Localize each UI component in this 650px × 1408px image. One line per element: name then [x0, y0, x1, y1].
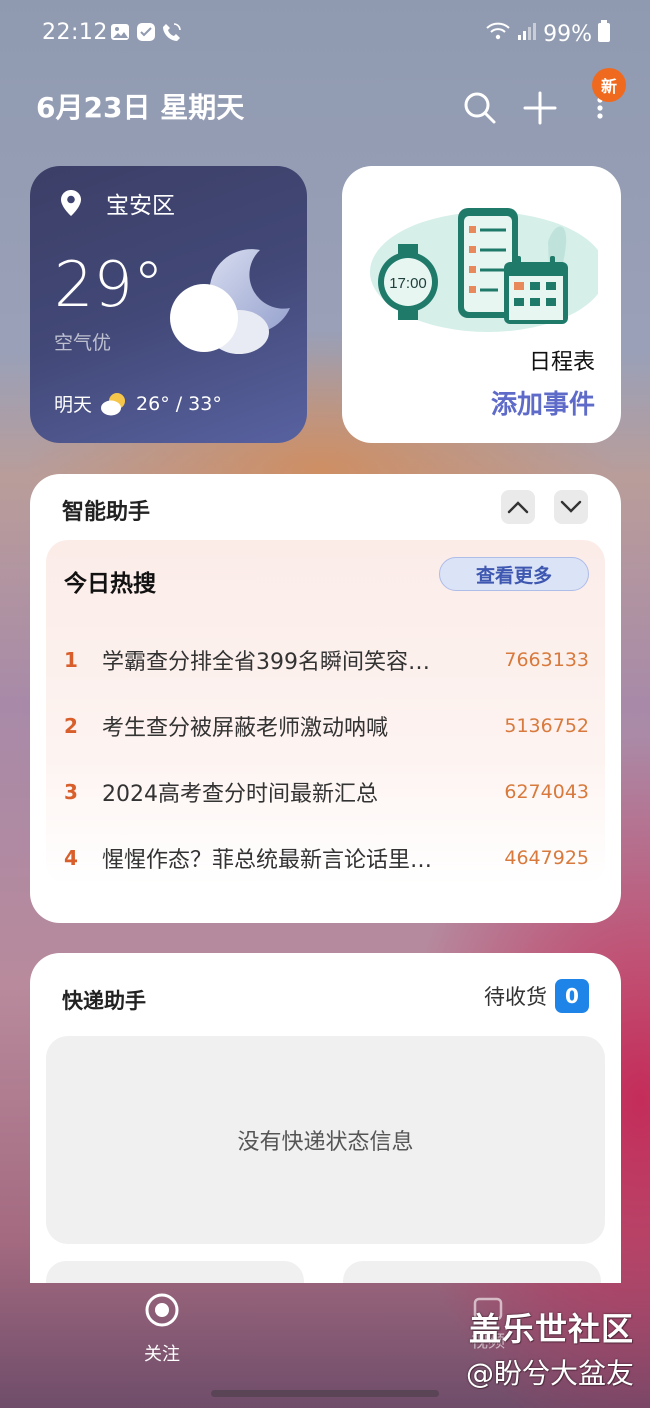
check-app-icon: [136, 22, 156, 42]
hot-search-item[interactable]: 2 考生查分被屏蔽老师激动呐喊 5136752: [64, 706, 589, 746]
air-quality: 空气优: [54, 332, 112, 354]
schedule-title: 日程表: [528, 350, 595, 375]
collapse-up-button[interactable]: [501, 490, 535, 524]
battery-icon: [598, 20, 610, 48]
new-badge: 新: [592, 68, 626, 102]
express-next-tile-left: [46, 1261, 304, 1283]
watermark-community: 盖乐世社区: [468, 1310, 634, 1348]
hot-text: 2024高考查分时间最新汇总: [102, 782, 378, 807]
smart-assistant-card: 智能助手 今日热搜 查看更多 1 学霸查分排全省399名瞬间笑容… 766313…: [30, 474, 621, 923]
hot-search-item[interactable]: 3 2024高考查分时间最新汇总 6274043: [64, 772, 589, 812]
express-empty-text: 没有快递状态信息: [237, 1130, 414, 1155]
expand-down-button[interactable]: [554, 490, 588, 524]
pending-delivery[interactable]: 待收货 0: [484, 979, 589, 1013]
moon-cloud-icon: [170, 249, 290, 354]
nav-follow-tab[interactable]: 关注: [126, 1292, 198, 1366]
weather-widget[interactable]: 宝安区 29° 空气优 明天 26° / 33°: [30, 166, 307, 443]
express-title: 快递助手: [62, 989, 146, 1013]
status-notification-icons: [110, 22, 182, 42]
status-time: 22:12: [42, 20, 108, 45]
hot-search-item[interactable]: 4 惺惺作态？菲总统最新言论话里… 4647925: [64, 838, 589, 878]
view-more-button[interactable]: 查看更多: [439, 557, 589, 591]
express-empty-state: 没有快递状态信息: [46, 1036, 605, 1244]
hot-rank: 4: [64, 846, 78, 870]
plus-icon: [523, 91, 557, 125]
add-button[interactable]: [520, 88, 560, 128]
home-indicator[interactable]: [211, 1390, 439, 1397]
nav-follow-label: 关注: [144, 1344, 180, 1365]
chevron-down-icon: [560, 500, 582, 513]
wifi-icon: [485, 21, 511, 47]
chevron-up-icon: [507, 501, 529, 514]
hot-text: 惺惺作态？菲总统最新言论话里…: [102, 848, 433, 873]
hot-text: 学霸查分排全省399名瞬间笑容…: [102, 650, 430, 675]
express-assistant-card: 快递助手 待收货 0 没有快递状态信息: [30, 953, 621, 1283]
hot-search-title: 今日热搜: [64, 571, 156, 597]
watermark-author: @盼兮大盆友: [465, 1357, 634, 1390]
hot-search-panel: 今日热搜 查看更多 1 学霸查分排全省399名瞬间笑容… 7663133 2 考…: [46, 540, 605, 885]
location-name: 宝安区: [106, 193, 175, 219]
hot-search-item[interactable]: 1 学霸查分排全省399名瞬间笑容… 7663133: [64, 640, 589, 680]
hot-count: 5136752: [504, 715, 589, 737]
gallery-icon: [110, 22, 130, 42]
battery-percent: 99%: [543, 21, 592, 47]
search-button[interactable]: [460, 88, 500, 128]
add-event-button[interactable]: 添加事件: [491, 384, 595, 421]
schedule-illustration: 17:00: [370, 208, 598, 332]
hot-text: 考生查分被屏蔽老师激动呐喊: [102, 716, 389, 741]
header: 6月23日 星期天 新: [36, 68, 626, 138]
hot-count: 7663133: [504, 649, 589, 671]
location-pin-icon: [61, 190, 81, 216]
pending-count-badge: 0: [555, 979, 589, 1013]
status-bar: 22:12 99%: [0, 0, 650, 68]
tomorrow-temp-range: 26° / 33°: [136, 392, 222, 415]
weather-location: 宝安区: [60, 186, 175, 220]
target-icon: [145, 1293, 179, 1327]
hot-rank: 1: [64, 648, 78, 672]
partly-cloudy-icon: [101, 392, 126, 415]
assistant-title: 智能助手: [62, 500, 151, 525]
hot-count: 6274043: [504, 781, 589, 803]
pending-label: 待收货: [484, 985, 547, 1009]
header-actions: 新: [460, 68, 626, 128]
tomorrow-label: 明天: [54, 394, 93, 416]
hot-rank: 3: [64, 780, 78, 804]
phone-wifi-icon: [162, 22, 182, 42]
clock-text: 17:00: [389, 275, 427, 292]
tomorrow-forecast: 明天 26° / 33°: [54, 390, 222, 417]
hot-count: 4647925: [504, 847, 589, 869]
signal-icon: [517, 21, 537, 47]
more-menu-button[interactable]: 新: [580, 68, 626, 128]
current-temp: 29°: [54, 248, 164, 321]
status-right: 99%: [485, 20, 610, 48]
schedule-widget[interactable]: 17:00 日程表 添加事件: [342, 166, 621, 443]
hot-rank: 2: [64, 714, 78, 738]
search-icon: [464, 92, 496, 124]
express-next-tile-right: [343, 1261, 601, 1283]
